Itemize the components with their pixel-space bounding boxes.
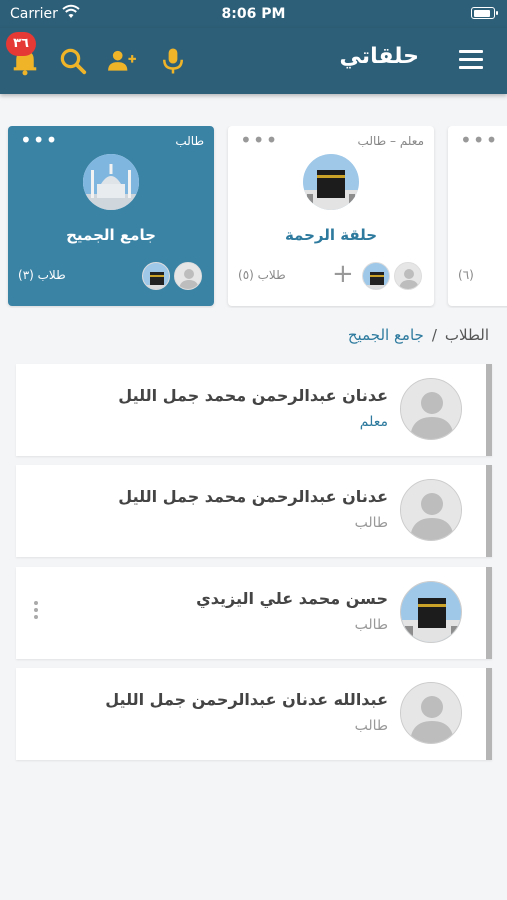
circle-student-count: طلاب (٥) bbox=[238, 268, 286, 282]
circle-role: معلم – طالب bbox=[357, 134, 424, 148]
menu-icon bbox=[459, 50, 483, 53]
member-avatar bbox=[394, 262, 422, 290]
breadcrumb: الطلاب / جامع الجميح bbox=[348, 326, 489, 344]
member-avatar bbox=[362, 262, 390, 290]
circle-role: طالب bbox=[175, 134, 204, 148]
member-role: معلم bbox=[359, 414, 388, 430]
member-avatar bbox=[142, 262, 170, 290]
add-member-button[interactable]: + bbox=[332, 259, 354, 289]
circle-student-count: طلاب (٣) bbox=[18, 268, 66, 282]
more-icon[interactable]: ••• bbox=[240, 128, 278, 152]
circle-card[interactable]: ••• (٦) bbox=[448, 126, 507, 306]
clock: 8:06 PM bbox=[221, 6, 286, 22]
member-photo bbox=[400, 682, 462, 744]
circle-avatar bbox=[303, 154, 359, 210]
circle-name: حلقة الرحمة bbox=[284, 226, 378, 244]
battery-icon bbox=[471, 7, 498, 19]
member-row[interactable]: عدنان عبدالرحمن محمد جمل الليل طالب bbox=[16, 465, 492, 557]
search-icon[interactable] bbox=[58, 46, 88, 76]
member-row[interactable]: حسن محمد علي اليزيدي طالب bbox=[16, 567, 492, 659]
member-row[interactable]: عدنان عبدالرحمن محمد جمل الليل معلم bbox=[16, 364, 492, 456]
page-title: حلقاتي bbox=[339, 44, 419, 69]
member-photo bbox=[400, 581, 462, 643]
circle-card[interactable]: معلم – طالب ••• حلقة الرحمة طلاب (٥) + bbox=[228, 126, 434, 306]
member-role: طالب bbox=[354, 617, 388, 633]
member-avatar bbox=[174, 262, 202, 290]
member-row[interactable]: عبدالله عدنان عبدالرحمن جمل الليل طالب bbox=[16, 668, 492, 760]
circles-carousel[interactable]: طالب ••• جامع الجميح طلاب (٣) معلم – طال… bbox=[0, 126, 507, 308]
menu-button[interactable] bbox=[459, 50, 483, 70]
member-name: حسن محمد علي اليزيدي bbox=[196, 589, 388, 608]
status-bar: Carrier 8:06 PM bbox=[0, 0, 507, 28]
more-icon[interactable]: ••• bbox=[20, 128, 58, 152]
app-bar: حلقاتي ٣٦ bbox=[0, 28, 507, 94]
breadcrumb-separator: / bbox=[431, 326, 437, 344]
kebab-icon[interactable] bbox=[34, 601, 42, 622]
member-role: طالب bbox=[354, 515, 388, 531]
member-name: عبدالله عدنان عبدالرحمن جمل الليل bbox=[105, 690, 388, 709]
member-photo bbox=[400, 378, 462, 440]
circle-student-count: (٦) bbox=[458, 268, 474, 282]
more-icon[interactable]: ••• bbox=[460, 128, 498, 152]
notification-badge: ٣٦ bbox=[6, 32, 36, 56]
member-name: عدنان عبدالرحمن محمد جمل الليل bbox=[118, 487, 388, 506]
mic-icon[interactable] bbox=[158, 46, 188, 76]
breadcrumb-root[interactable]: الطلاب bbox=[445, 326, 489, 344]
circle-name: جامع الجميح bbox=[66, 226, 156, 244]
member-photo bbox=[400, 479, 462, 541]
member-role: طالب bbox=[354, 718, 388, 734]
member-name: عدنان عبدالرحمن محمد جمل الليل bbox=[118, 386, 388, 405]
add-user-icon[interactable] bbox=[107, 46, 137, 76]
circle-card-selected[interactable]: طالب ••• جامع الجميح طلاب (٣) bbox=[8, 126, 214, 306]
breadcrumb-current[interactable]: جامع الجميح bbox=[348, 326, 424, 344]
circle-avatar bbox=[83, 154, 139, 210]
